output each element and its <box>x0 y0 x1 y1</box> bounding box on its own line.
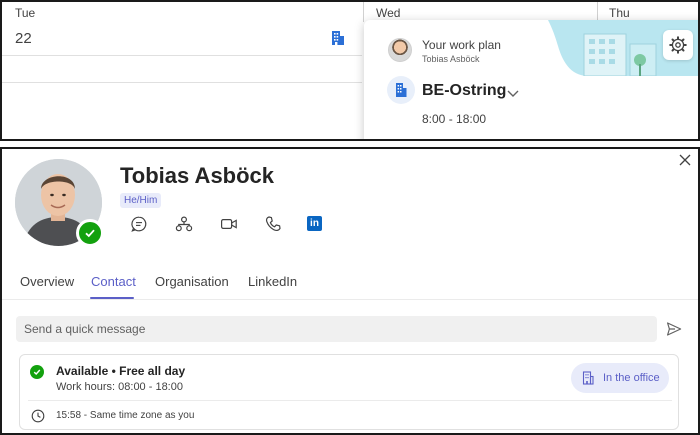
gear-icon <box>669 36 687 54</box>
availability-status: Available • Free all day <box>56 364 186 378</box>
phone-icon[interactable] <box>264 215 282 233</box>
tab-organisation[interactable]: Organisation <box>155 274 229 289</box>
calendar-date: 22 <box>15 30 32 47</box>
day-column-divider <box>597 2 598 22</box>
linkedin-icon[interactable]: in <box>307 216 322 231</box>
quick-message-input[interactable] <box>16 316 657 342</box>
availability-card: Available • Free all day Work hours: 08:… <box>19 354 679 430</box>
status-divider <box>28 400 672 401</box>
day-header-thu: Thu <box>609 6 630 20</box>
day-header-wed: Wed <box>376 6 401 20</box>
work-plan-card: Your work plan Tobias Asböck BE-Ostring … <box>364 20 698 139</box>
org-chart-icon[interactable] <box>175 215 193 233</box>
work-plan-title: Your work plan <box>422 38 501 52</box>
work-plan-time: 8:00 - 18:00 <box>422 112 487 126</box>
profile-name: Tobias Asböck <box>120 163 275 188</box>
tab-linkedin[interactable]: LinkedIn <box>248 274 297 289</box>
close-icon[interactable] <box>678 153 692 167</box>
work-location-selector[interactable]: BE-Ostring <box>422 82 506 100</box>
chevron-down-icon[interactable] <box>506 86 520 97</box>
clock-icon <box>31 409 45 423</box>
day-column-divider <box>363 2 364 22</box>
building-icon <box>387 76 415 104</box>
calendar-row-divider <box>2 55 362 56</box>
work-plan-person: Tobias Asböck <box>422 54 480 64</box>
profile-card: Tobias Asböck He/Him in Overview Contact… <box>0 147 700 435</box>
send-icon[interactable] <box>666 321 682 337</box>
presence-available-icon <box>76 219 104 247</box>
work-hours: Work hours: 08:00 - 18:00 <box>56 381 183 393</box>
tab-overview[interactable]: Overview <box>20 274 74 289</box>
building-icon[interactable] <box>331 30 345 46</box>
avatar <box>388 38 412 62</box>
tab-contact[interactable]: Contact <box>91 274 136 289</box>
tabs-divider <box>2 299 698 300</box>
pronouns-badge: He/Him <box>120 193 162 208</box>
in-the-office-button[interactable]: In the office <box>571 363 669 393</box>
in-the-office-label: In the office <box>603 372 660 384</box>
timezone-info: 15:58 - Same time zone as you <box>56 410 195 421</box>
video-call-icon[interactable] <box>220 215 238 233</box>
calendar-work-plan-panel: Tue Wed Thu 22 Your work plan Tobias Asb… <box>0 0 700 141</box>
settings-button[interactable] <box>663 30 693 60</box>
presence-available-icon <box>30 365 44 379</box>
chat-icon[interactable] <box>130 215 148 233</box>
day-header-tue: Tue <box>15 6 36 20</box>
building-icon <box>582 371 594 385</box>
calendar-row-divider <box>2 82 362 83</box>
